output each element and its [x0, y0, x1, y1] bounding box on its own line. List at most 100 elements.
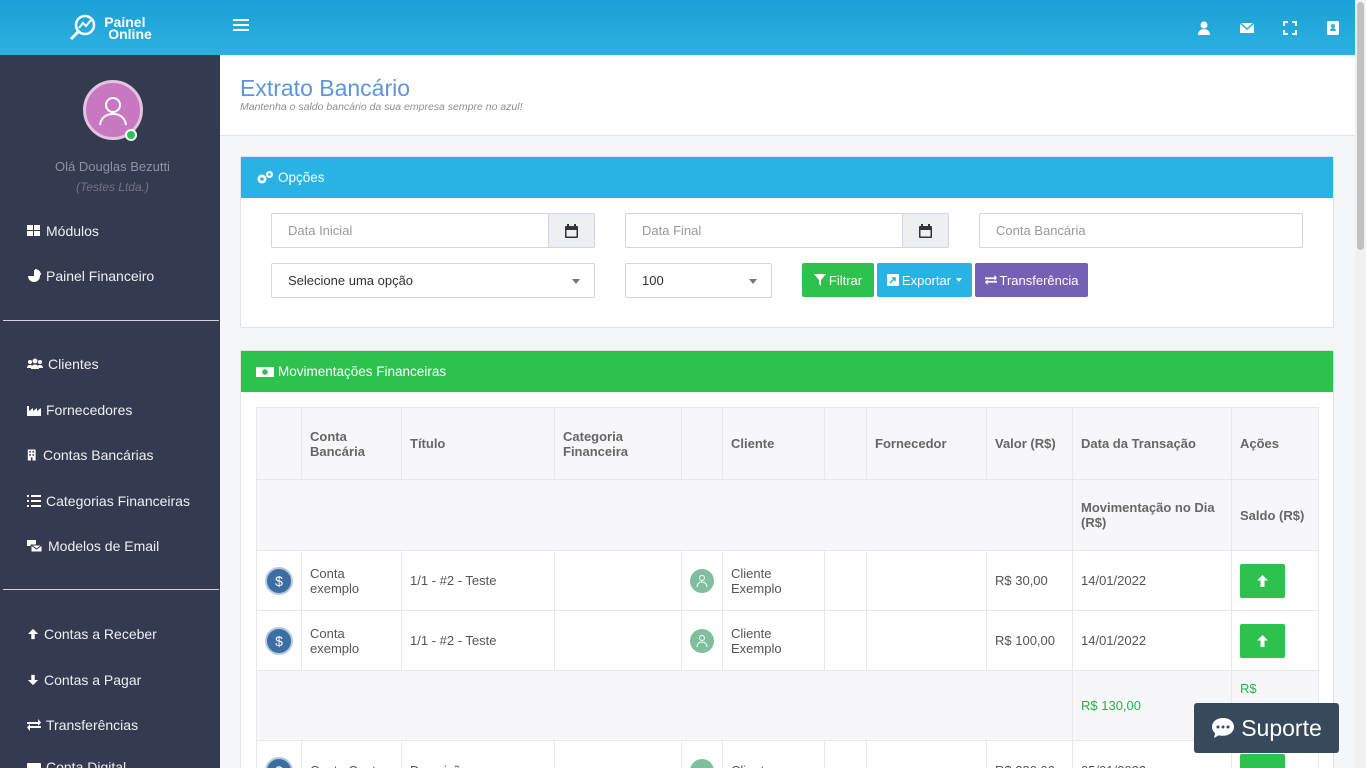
movements-table: Conta Bancária Título Categoria Financei…: [256, 407, 1319, 768]
column-header[interactable]: Título: [401, 407, 555, 480]
sidebar-item-categorias-financeiras[interactable]: Categorias Financeiras: [27, 493, 190, 509]
sidebar-item-label: Contas Bancárias: [43, 447, 154, 463]
export-button[interactable]: Exportar: [877, 263, 972, 297]
support-chat-button[interactable]: Suporte: [1194, 703, 1339, 753]
column-header: [681, 407, 723, 480]
filter-button-label: Filtrar: [828, 272, 863, 288]
sidebar-item-label: Modelos de Email: [48, 538, 160, 554]
transfer-button[interactable]: Transferência: [975, 263, 1088, 297]
column-header: [824, 407, 867, 480]
sidebar-item-label: Painel Financeiro: [46, 268, 155, 284]
sidebar-item-label: Categorias Financeiras: [46, 493, 190, 509]
filter-icon: [813, 274, 826, 286]
exchange-icon: [27, 719, 41, 731]
arrow-down-icon: [27, 674, 39, 686]
column-header[interactable]: Cliente: [722, 407, 825, 480]
table-header-row: Conta Bancária Título Categoria Financei…: [256, 407, 1319, 480]
sidebar-item-modulos[interactable]: Módulos: [27, 223, 99, 239]
file-export-icon: [886, 274, 899, 286]
comment-icon: [1212, 718, 1235, 738]
bank-account-placeholder: Conta Bancária: [996, 223, 1086, 238]
caret-down-icon: [749, 279, 757, 284]
top-bar: Painel Online: [0, 0, 1355, 55]
sidebar-item-painel-financeiro[interactable]: Painel Financeiro: [27, 268, 154, 284]
balance-header: Saldo (R$): [1231, 479, 1319, 551]
list-icon: [27, 495, 41, 507]
day-movement-header: Movimentação no Dia (R$): [1072, 479, 1232, 551]
option-select-value: Selecione uma opção: [288, 273, 414, 288]
sidebar-item-conta-digital[interactable]: Conta Digital: [27, 759, 126, 768]
brand-logo[interactable]: Painel Online: [0, 0, 220, 55]
column-header: Ações: [1231, 407, 1319, 480]
envelope-icon[interactable]: [1239, 20, 1255, 36]
page-size-select[interactable]: 100: [625, 263, 772, 298]
receive-action-button[interactable]: [1240, 623, 1285, 658]
end-date-calendar-button[interactable]: [902, 214, 948, 247]
column-header[interactable]: Fornecedor: [866, 407, 987, 480]
users-icon: [27, 358, 43, 369]
fullscreen-icon[interactable]: [1282, 20, 1298, 36]
column-header[interactable]: Categoria Financeira: [554, 407, 682, 480]
client-group-icon: [690, 758, 714, 768]
sidebar-item-contas-bancarias[interactable]: Contas Bancárias: [27, 447, 154, 463]
grid-icon: [27, 225, 40, 236]
options-panel-header: Opções: [241, 157, 1333, 198]
page-title: Extrato Bancário: [240, 75, 411, 101]
sidebar-item-fornecedores[interactable]: Fornecedores: [27, 402, 132, 418]
page-size-value: 100: [642, 273, 664, 288]
day-total-row: R$ 130,00 R$: [256, 670, 1319, 741]
client-group-icon: [690, 568, 714, 593]
account-cell: Conta exemplo: [301, 610, 402, 671]
sidebar-item-modelos-de-email[interactable]: Modelos de Email: [27, 538, 159, 554]
column-header[interactable]: Conta Bancária: [301, 407, 402, 480]
end-date-placeholder: Data Final: [642, 223, 702, 238]
date-cell: 14/01/2022: [1072, 550, 1232, 611]
date-cell: 14/01/2022: [1072, 610, 1232, 671]
sidebar-item-label: Transferências: [46, 717, 139, 733]
content-header: Extrato Bancário Mantenha o saldo bancár…: [220, 55, 1355, 136]
exchange-icon: [984, 274, 997, 286]
arrow-up-icon: [27, 628, 39, 640]
supplier-cell: [866, 550, 987, 611]
start-date-calendar-button[interactable]: [548, 214, 594, 247]
support-label: Suporte: [1241, 714, 1322, 741]
option-select[interactable]: Selecione uma opção: [271, 263, 595, 298]
value-cell: R$ 230,00: [986, 740, 1073, 768]
user-avatar-icon: [99, 97, 127, 126]
address-book-icon[interactable]: [1325, 20, 1341, 36]
receive-action-button[interactable]: [1240, 563, 1285, 598]
movements-panel: Movimentações Financeiras Conta Bancária…: [240, 350, 1334, 768]
wallet-icon: [27, 763, 41, 768]
client-group-icon: [690, 628, 714, 653]
client-cell: Cliente: [722, 740, 825, 768]
sidebar-item-clientes[interactable]: Clientes: [27, 356, 99, 372]
industry-icon: [27, 406, 41, 416]
end-date-input[interactable]: Data Final: [625, 213, 949, 248]
sidebar-item-transferencias[interactable]: Transferências: [27, 717, 138, 733]
start-date-input[interactable]: Data Inicial: [271, 213, 595, 248]
receive-action-button[interactable]: [1240, 753, 1285, 768]
filter-button[interactable]: Filtrar: [802, 263, 874, 297]
mail-bulk-icon: [27, 540, 43, 553]
movements-panel-title: Movimentações Financeiras: [278, 364, 447, 379]
table-row: $ Conta exemplo 1/1 - #2 - Teste Cliente…: [256, 550, 1319, 611]
user-icon[interactable]: [1196, 20, 1212, 36]
sidebar-item-label: Módulos: [46, 223, 99, 239]
value-cell: R$ 100,00: [986, 610, 1073, 671]
sidebar-item-contas-a-receber[interactable]: Contas a Receber: [27, 626, 157, 642]
dollar-coin-icon: $: [265, 566, 293, 595]
cogs-icon: [257, 170, 273, 183]
caret-down-icon: [956, 278, 963, 282]
page-subtitle: Mantenha o saldo bancário da sua empresa…: [240, 101, 523, 113]
column-header[interactable]: Valor (R$): [986, 407, 1073, 480]
account-cell: Conta exemplo: [301, 550, 402, 611]
client-cell: Cliente Exemplo: [722, 610, 825, 671]
start-date-placeholder: Data Inicial: [288, 223, 353, 238]
title-cell: 1/1 - #2 - Teste: [401, 550, 555, 611]
movements-panel-header: Movimentações Financeiras: [241, 351, 1333, 392]
bank-account-input[interactable]: Conta Bancária: [979, 213, 1303, 248]
column-header[interactable]: Data da Transação: [1072, 407, 1232, 480]
menu-toggle-button[interactable]: [233, 19, 249, 35]
page-scrollbar[interactable]: [1355, 0, 1366, 768]
sidebar-item-contas-a-pagar[interactable]: Contas a Pagar: [27, 672, 141, 688]
